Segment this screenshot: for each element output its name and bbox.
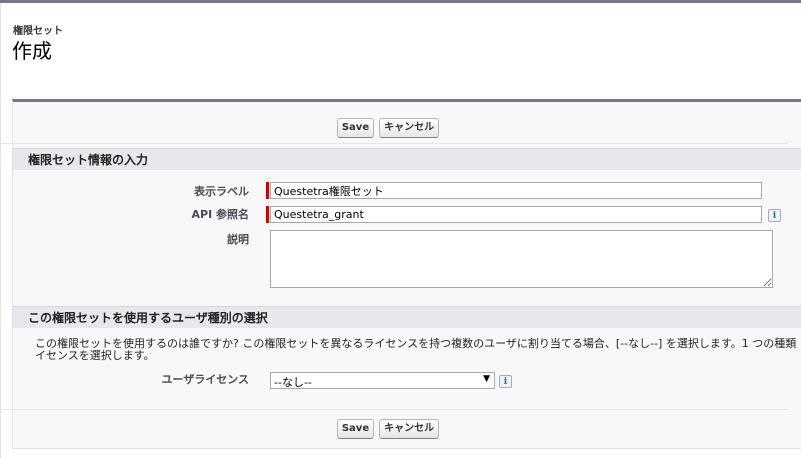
left-divider — [0, 3, 1, 458]
dropdown-arrow-icon: ▼ — [483, 374, 490, 384]
license-select[interactable]: --なし-- ▼ — [270, 372, 495, 389]
description-textarea[interactable] — [270, 230, 773, 288]
save-button[interactable]: Save — [336, 419, 375, 439]
field-label-label: 表示ラベル — [194, 185, 249, 198]
required-indicator — [266, 182, 269, 199]
section-description: この権限セットを使用するのは誰ですか? この権限セットを異なるライセンスを持つ複… — [35, 338, 801, 362]
section-header-info: 権限セット情報の入力 — [13, 148, 801, 170]
info-icon[interactable]: i — [499, 375, 512, 388]
edit-panel: Save キャンセル 権限セット情報の入力 表示ラベル API 参照名 i 説明… — [0, 99, 801, 449]
page-title: 作成 — [12, 39, 52, 63]
section-header-user-type: この権限セットを使用するユーザ種別の選択 — [13, 306, 801, 328]
field-api-name-label: API 参照名 — [191, 208, 250, 221]
license-selected-value: --なし-- — [274, 376, 312, 389]
save-button[interactable]: Save — [336, 118, 375, 138]
bottom-button-row: Save キャンセル — [0, 409, 788, 448]
top-button-row: Save キャンセル — [0, 113, 788, 144]
cancel-button[interactable]: キャンセル — [379, 419, 440, 439]
top-border — [0, 0, 801, 3]
field-description-label: 説明 — [227, 233, 249, 246]
field-license-label: ユーザライセンス — [161, 373, 249, 386]
label-input[interactable] — [270, 182, 762, 199]
required-indicator — [266, 206, 269, 223]
cancel-button[interactable]: キャンセル — [379, 118, 440, 138]
description-line: イセンスを選択します。 — [35, 349, 155, 362]
api-name-input[interactable] — [270, 206, 762, 223]
info-icon[interactable]: i — [768, 209, 781, 222]
